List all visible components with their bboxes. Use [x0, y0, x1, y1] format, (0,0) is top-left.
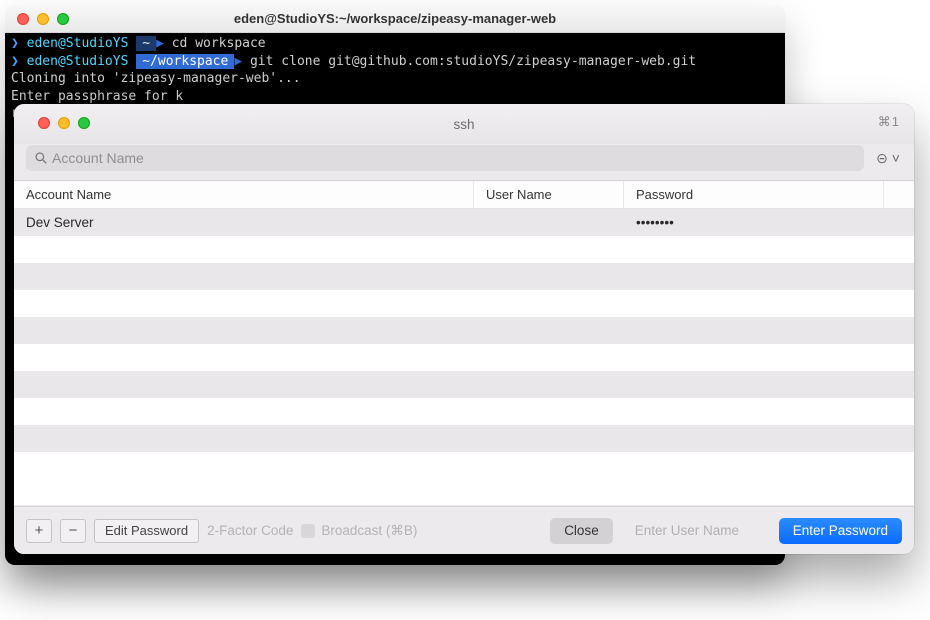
dialog-shortcut-label: ⌘1: [878, 114, 900, 130]
enter-password-button[interactable]: Enter Password: [779, 518, 902, 544]
broadcast-checkbox[interactable]: Broadcast (⌘B): [301, 523, 417, 539]
close-button[interactable]: Close: [550, 518, 613, 544]
cell-password: ••••••••: [624, 215, 884, 230]
col-account[interactable]: Account Name: [14, 181, 474, 208]
dialog-titlebar: ssh ⌘1: [14, 104, 914, 144]
table-row-empty: [14, 317, 914, 344]
accounts-table-body: Dev Server ••••••••: [14, 209, 914, 479]
col-user[interactable]: User Name: [474, 181, 624, 208]
broadcast-label: Broadcast (⌘B): [321, 523, 417, 539]
table-row-empty: [14, 452, 914, 479]
terminal-titlebar: eden@StudioYS:~/workspace/zipeasy-manage…: [5, 5, 785, 33]
accounts-table: Account Name User Name Password Dev Serv…: [14, 180, 914, 505]
two-factor-label: 2-Factor Code: [207, 523, 293, 538]
table-row[interactable]: Dev Server ••••••••: [14, 209, 914, 236]
terminal-title: eden@StudioYS:~/workspace/zipeasy-manage…: [5, 11, 785, 26]
col-spacer: [884, 181, 914, 208]
edit-password-button[interactable]: Edit Password: [94, 519, 199, 543]
options-menu-icon[interactable]: ⊝ ˅: [874, 147, 902, 169]
cell-account: Dev Server: [14, 215, 474, 230]
search-input[interactable]: [48, 150, 856, 166]
remove-account-button[interactable]: −: [60, 519, 86, 543]
checkbox-icon: [301, 524, 315, 538]
table-row-empty: [14, 236, 914, 263]
table-row-empty: [14, 290, 914, 317]
dialog-title: ssh: [14, 117, 914, 132]
search-row: ⊝ ˅: [14, 144, 914, 180]
search-field-wrap[interactable]: [26, 145, 864, 171]
ssh-password-dialog: ssh ⌘1 ⊝ ˅ Account Name User Name Passwo…: [14, 104, 914, 554]
col-password[interactable]: Password: [624, 181, 884, 208]
table-row-empty: [14, 263, 914, 290]
dialog-footer: + − Edit Password 2-Factor Code Broadcas…: [14, 506, 914, 554]
enter-user-name-field[interactable]: Enter User Name: [621, 518, 771, 544]
search-icon: [34, 151, 48, 165]
add-account-button[interactable]: +: [26, 519, 52, 543]
table-row-empty: [14, 371, 914, 398]
accounts-table-header: Account Name User Name Password: [14, 181, 914, 209]
table-row-empty: [14, 425, 914, 452]
table-row-empty: [14, 344, 914, 371]
table-row-empty: [14, 398, 914, 425]
